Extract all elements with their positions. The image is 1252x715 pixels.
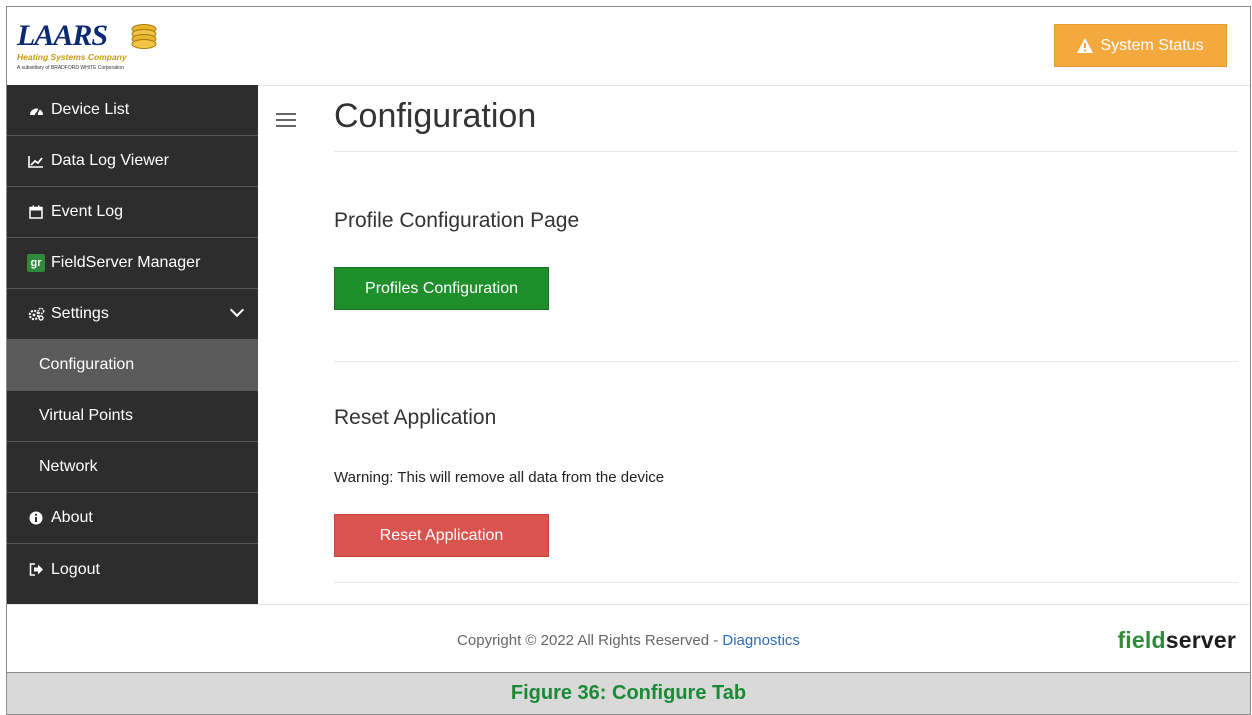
calendar-icon — [27, 205, 45, 219]
profiles-configuration-button[interactable]: Profiles Configuration — [334, 267, 549, 310]
sidebar-item-about[interactable]: About — [7, 493, 258, 544]
sidebar-item-virtual-points[interactable]: Virtual Points — [7, 391, 258, 442]
dashboard-icon — [27, 104, 45, 117]
system-status-button[interactable]: System Status — [1054, 24, 1227, 67]
logout-icon — [27, 563, 45, 576]
sidebar-item-label: Settings — [51, 305, 109, 322]
system-status-label: System Status — [1100, 36, 1204, 54]
reset-warning-text: Warning: This will remove all data from … — [334, 469, 665, 486]
copyright-label: Copyright © 2022 All Rights Reserved - — [457, 632, 723, 649]
sidebar-item-network[interactable]: Network — [7, 442, 258, 493]
sidebar-item-label: Device List — [51, 101, 130, 118]
sidebar-item-label: Logout — [51, 560, 100, 578]
coil-icon — [131, 24, 157, 49]
app-window: LAARS Heating Systems Company A subsidia… — [6, 6, 1251, 673]
page-title: Configuration — [334, 97, 537, 135]
sidebar-item-fieldserver-manager[interactable]: gr FieldServer Manager — [7, 238, 258, 289]
divider — [334, 151, 1238, 152]
sidebar-item-label: About — [51, 509, 93, 526]
sidebar-item-configuration[interactable]: Configuration — [7, 340, 258, 391]
warning-icon — [1077, 38, 1094, 53]
sidebar-item-data-log-viewer[interactable]: Data Log Viewer — [7, 136, 258, 187]
profile-section-title: Profile Configuration Page — [334, 209, 580, 232]
reset-section-title: Reset Application — [334, 406, 497, 429]
sidebar-item-label: Virtual Points — [39, 407, 133, 424]
logo-field-text: field — [1117, 627, 1166, 653]
sidebar-item-event-log[interactable]: Event Log — [7, 187, 258, 238]
figure-caption: Figure 36: Configure Tab — [6, 673, 1251, 715]
sidebar: Device List Data Log Viewer Event Log gr… — [7, 85, 258, 604]
sidebar-item-logout[interactable]: Logout — [7, 544, 258, 595]
sidebar-item-device-list[interactable]: Device List — [7, 85, 258, 136]
top-bar: LAARS Heating Systems Company A subsidia… — [7, 7, 1250, 86]
chevron-down-icon — [229, 302, 245, 318]
menu-toggle-icon[interactable] — [276, 113, 296, 127]
logo-server-text: server — [1165, 627, 1236, 653]
gears-icon — [27, 307, 45, 321]
copyright-text: Copyright © 2022 All Rights Reserved - D… — [7, 632, 1250, 649]
fieldserver-logo: fieldserver — [1117, 627, 1236, 654]
gr-icon: gr — [27, 254, 45, 272]
divider — [334, 582, 1238, 583]
sidebar-item-settings[interactable]: Settings — [7, 289, 258, 340]
diagnostics-link[interactable]: Diagnostics — [722, 632, 800, 649]
divider — [334, 361, 1238, 362]
info-icon — [27, 511, 45, 525]
sidebar-item-label: Configuration — [39, 356, 135, 373]
logo-tagline: Heating Systems Company — [17, 52, 127, 62]
laars-logo: LAARS Heating Systems Company A subsidia… — [17, 19, 177, 77]
sidebar-item-label: FieldServer Manager — [51, 254, 201, 271]
logo-brand: LAARS — [17, 19, 108, 52]
footer: Copyright © 2022 All Rights Reserved - D… — [7, 604, 1250, 672]
sidebar-item-label: Data Log Viewer — [51, 152, 169, 169]
sidebar-item-label: Event Log — [51, 203, 124, 220]
sidebar-item-label: Network — [39, 458, 98, 475]
line-chart-icon — [27, 155, 45, 168]
logo-subline: A subsidiary of BRADFORD WHITE Corporati… — [17, 65, 124, 71]
reset-application-button[interactable]: Reset Application — [334, 514, 549, 557]
